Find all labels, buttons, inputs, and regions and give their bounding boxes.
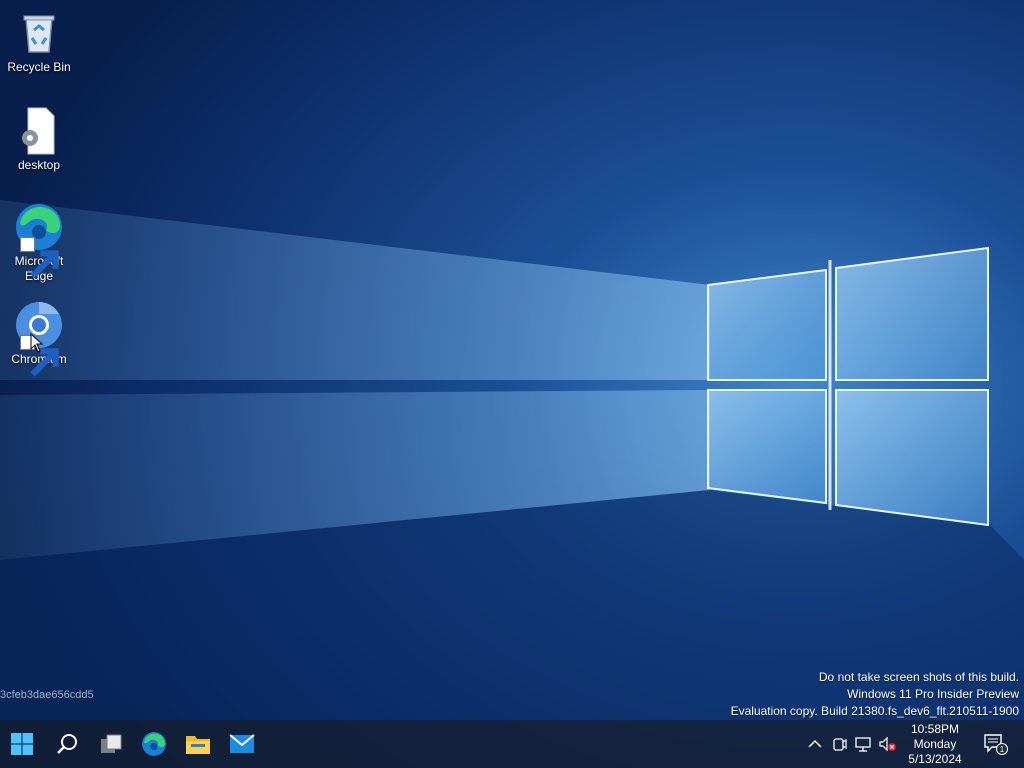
desktop-icon-label: desktop bbox=[17, 158, 61, 172]
settings-file-icon bbox=[14, 106, 64, 156]
shortcut-arrow-icon bbox=[20, 237, 59, 279]
search-icon bbox=[57, 734, 77, 754]
file-explorer-icon bbox=[186, 736, 210, 754]
notification-count: 1 bbox=[1000, 745, 1005, 754]
watermark-line: Windows 11 Pro Insider Preview bbox=[847, 687, 1019, 701]
taskbar-clock[interactable]: 10:58PM Monday 5/13/2024 bbox=[900, 722, 970, 767]
watermark-line: Evaluation copy. Build 21380.fs_dev6_flt… bbox=[730, 704, 1019, 718]
desktop-icon-desktop-file[interactable]: desktop bbox=[4, 106, 74, 173]
desktop-icon-microsoft-edge[interactable]: Microsoft Edge bbox=[4, 202, 74, 284]
desktop-icon-recycle-bin[interactable]: Recycle Bin bbox=[4, 8, 74, 75]
meet-now-icon bbox=[833, 738, 847, 751]
desktop-icon-label: Recycle Bin bbox=[7, 60, 71, 74]
mouse-cursor-icon bbox=[30, 333, 44, 353]
edge-icon bbox=[14, 202, 64, 279]
task-view-button[interactable] bbox=[91, 724, 131, 764]
taskbar: 1 bbox=[0, 720, 1024, 768]
machine-id-label: 3cfeb3dae656cdd5 bbox=[0, 689, 94, 701]
windows-start-icon bbox=[11, 733, 33, 755]
volume-button[interactable] bbox=[876, 732, 898, 756]
edge-icon bbox=[142, 732, 166, 756]
clock-date: 5/13/2024 bbox=[908, 752, 962, 766]
clock-time: 10:58PM bbox=[910, 722, 960, 736]
desktop-wallpaper bbox=[0, 0, 1024, 768]
network-icon bbox=[855, 737, 871, 752]
show-hidden-icons-button[interactable] bbox=[804, 732, 826, 756]
meet-now-button[interactable] bbox=[828, 732, 850, 756]
notification-center-button[interactable]: 1 bbox=[975, 724, 1015, 764]
clock-day: Monday bbox=[913, 737, 957, 751]
watermark-line: Do not take screen shots of this build. bbox=[818, 670, 1019, 684]
recycle-bin-icon bbox=[14, 8, 64, 58]
network-button[interactable] bbox=[852, 732, 874, 756]
taskbar-mail-button[interactable] bbox=[222, 724, 262, 764]
task-view-icon bbox=[101, 734, 122, 753]
taskbar-edge-button[interactable] bbox=[134, 724, 174, 764]
volume-muted-icon bbox=[879, 736, 896, 752]
start-button[interactable] bbox=[2, 724, 42, 764]
evaluation-watermark: Do not take screen shots of this build. … bbox=[731, 669, 1019, 720]
chevron-up-icon bbox=[808, 739, 822, 748]
notification-icon: 1 bbox=[984, 734, 1008, 755]
taskbar-file-explorer-button[interactable] bbox=[178, 724, 218, 764]
search-button[interactable] bbox=[47, 724, 87, 764]
mail-icon bbox=[229, 734, 255, 753]
